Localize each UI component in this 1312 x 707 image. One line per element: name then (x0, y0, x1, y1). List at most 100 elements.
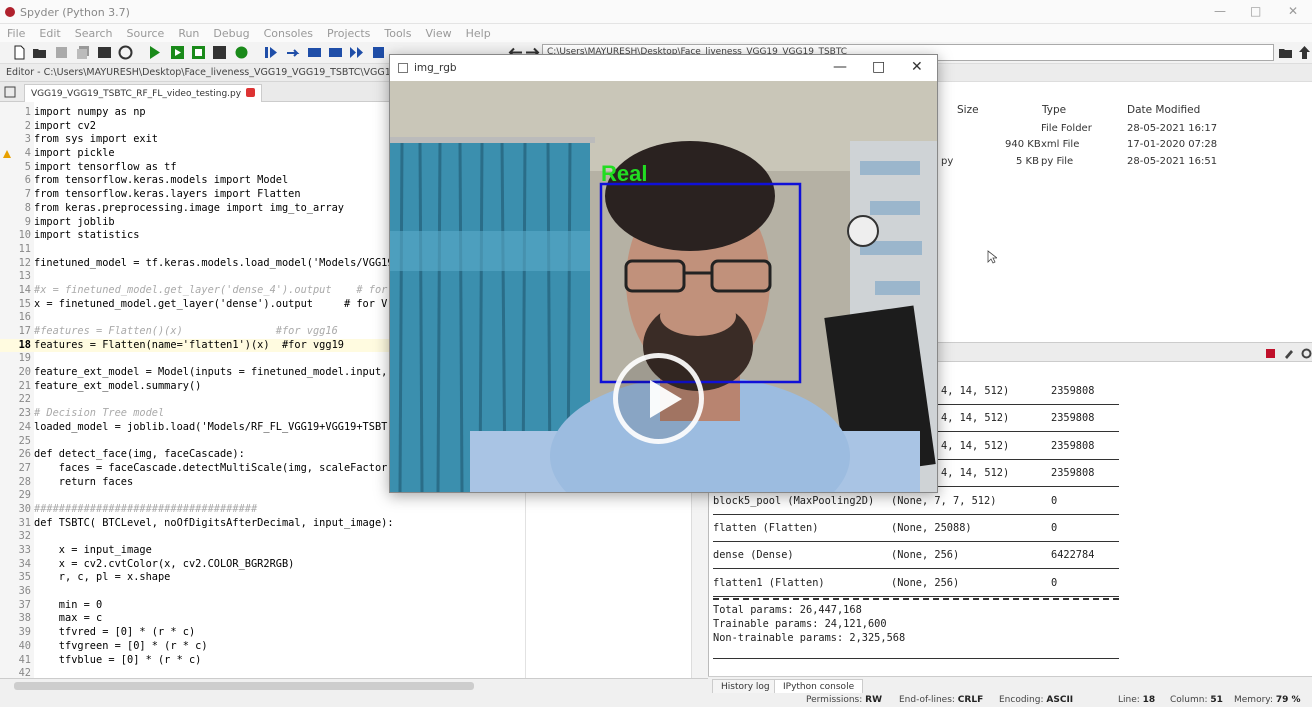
spyder-app-icon (5, 7, 15, 17)
code-line[interactable]: 42 (0, 667, 700, 678)
line-number: 25 (18, 434, 31, 447)
summary-params: 2359808 (1051, 467, 1095, 480)
line-number: 14 (18, 283, 31, 296)
summary-layer: dense (Dense) (713, 549, 794, 562)
line-number: 34 (18, 557, 31, 570)
code-line[interactable]: 38 max = c (0, 612, 700, 626)
code-line[interactable]: 35 r, c, pl = x.shape (0, 571, 700, 585)
code-line[interactable]: 32 (0, 530, 700, 544)
code-line[interactable]: 36 (0, 585, 700, 599)
debug-icon[interactable] (263, 45, 278, 60)
summary-params: 0 (1051, 522, 1058, 534)
tab-ipython-console[interactable]: IPython console (774, 679, 864, 694)
run-icon[interactable] (147, 45, 162, 60)
summary-row: dense (Dense) (None, 256) 6422784 (713, 542, 1119, 570)
step-into-icon[interactable] (307, 45, 322, 60)
code-text: from sys import exit (34, 133, 158, 146)
menu-edit[interactable]: Edit (32, 24, 67, 40)
close-tab-icon[interactable] (246, 88, 256, 97)
code-text: x = input_image (34, 544, 152, 556)
column-value: 51 (1210, 695, 1223, 705)
code-line[interactable]: 30 #################################### (0, 503, 700, 517)
line-number: 30 (18, 502, 31, 515)
line-number: 35 (18, 571, 31, 584)
line-number: 15 (18, 297, 31, 310)
menu-search[interactable]: Search (68, 24, 120, 40)
tab-history-log[interactable]: History log (712, 679, 779, 694)
camera-window-title: img_rgb (414, 62, 457, 74)
line-number: 28 (18, 475, 31, 488)
code-text: feature_ext_model.summary() (34, 379, 202, 392)
close-icon[interactable]: ✕ (911, 59, 923, 75)
menu-help[interactable]: Help (459, 24, 498, 40)
run-cell-icon[interactable] (191, 45, 206, 60)
new-file-icon[interactable] (12, 45, 27, 60)
code-text: #x = finetuned_model.get_layer('dense_4'… (34, 283, 388, 296)
save-all-icon[interactable] (76, 45, 91, 60)
parent-dir-icon[interactable] (1297, 45, 1312, 60)
camera-window-titlebar[interactable]: img_rgb — □ ✕ (390, 55, 937, 81)
code-line[interactable]: 40 tfvgreen = [0] * (r * c) (0, 640, 700, 654)
code-line[interactable]: 31 def TSBTC( BTCLevel, noOfDigitsAfterDe… (0, 517, 700, 531)
stop-debug-icon[interactable] (371, 45, 386, 60)
line-number: 42 (18, 667, 31, 678)
tab-current-file[interactable]: VGG19_VGG19_TSBTC_RF_FL_video_testing.py (24, 84, 263, 102)
line-number: 31 (18, 516, 31, 529)
editor-horizontal-scrollbar[interactable] (0, 678, 708, 692)
video-play-button[interactable] (613, 353, 704, 444)
menu-file[interactable]: File (0, 24, 32, 40)
at-icon[interactable] (118, 45, 133, 60)
line-number: 29 (18, 489, 31, 502)
maximize-icon[interactable]: □ (1250, 4, 1261, 18)
browse-tabs-icon[interactable] (4, 86, 16, 98)
summary-row: flatten1 (Flatten) (None, 256) 0 (713, 570, 1119, 597)
line-number: 23 (18, 407, 31, 420)
column-date-modified[interactable]: Date Modified (1127, 104, 1200, 116)
menu-source[interactable]: Source (120, 24, 172, 40)
continue-icon[interactable] (349, 45, 364, 60)
run-selection-icon[interactable] (234, 45, 249, 60)
run-file-icon[interactable] (170, 45, 185, 60)
console-tab-bar: History log IPython console (708, 676, 1312, 694)
scroll-thumb[interactable] (14, 682, 474, 690)
save-icon[interactable] (54, 45, 69, 60)
warning-icon[interactable] (3, 150, 11, 159)
line-number: 18 (18, 338, 31, 351)
menu-consoles[interactable]: Consoles (257, 24, 320, 40)
column-type[interactable]: Type (1042, 104, 1066, 116)
code-text: #################################### (34, 502, 258, 515)
console-options-icon[interactable] (1301, 348, 1312, 359)
folder-browse-icon[interactable] (1278, 45, 1293, 60)
file-type: xml File (1041, 139, 1080, 150)
step-return-icon[interactable] (328, 45, 343, 60)
column-size[interactable]: Size (957, 104, 979, 116)
window-icon (398, 63, 408, 73)
open-file-icon[interactable] (32, 45, 47, 60)
file-name[interactable]: py (941, 156, 953, 167)
list-icon[interactable] (97, 45, 112, 60)
step-icon[interactable] (286, 45, 301, 60)
minimize-icon[interactable]: — (833, 59, 847, 75)
encoding-label: Encoding: (999, 695, 1044, 705)
summary-shape: (None, 256) (891, 549, 960, 562)
clear-console-icon[interactable] (1283, 348, 1294, 359)
code-text: import statistics (34, 229, 140, 242)
menu-projects[interactable]: Projects (320, 24, 377, 40)
code-line[interactable]: 33 x = input_image (0, 544, 700, 558)
code-line[interactable]: 39 tfvred = [0] * (r * c) (0, 626, 700, 640)
run-cell-advance-icon[interactable] (212, 45, 227, 60)
menu-debug[interactable]: Debug (206, 24, 256, 40)
line-number: 22 (18, 393, 31, 406)
maximize-icon[interactable]: □ (872, 59, 885, 75)
stop-console-icon[interactable] (1265, 348, 1276, 359)
code-text: finetuned_model = tf.keras.models.load_m… (34, 256, 394, 269)
menu-run[interactable]: Run (171, 24, 206, 40)
code-line[interactable]: 41 tfvblue = [0] * (r * c) (0, 654, 700, 668)
minimize-icon[interactable]: — (1214, 4, 1226, 18)
close-icon[interactable]: ✕ (1288, 4, 1298, 18)
code-line[interactable]: 37 min = 0 (0, 599, 700, 613)
menu-tools[interactable]: Tools (377, 24, 418, 40)
summary-shape: (None, 256) (891, 576, 960, 589)
code-line[interactable]: 34 x = cv2.cvtColor(x, cv2.COLOR_BGR2RGB… (0, 558, 700, 572)
menu-view[interactable]: View (418, 24, 458, 40)
